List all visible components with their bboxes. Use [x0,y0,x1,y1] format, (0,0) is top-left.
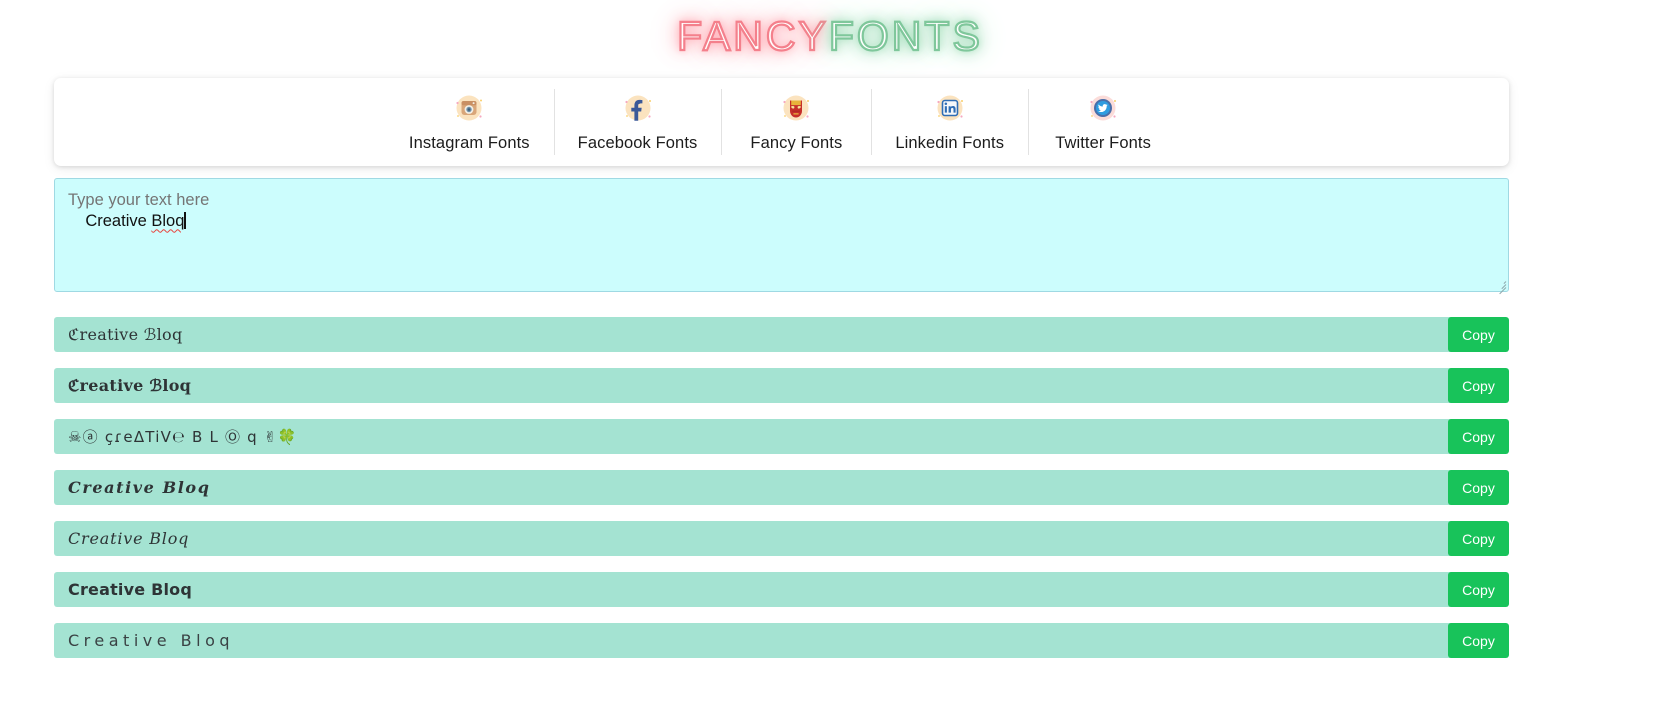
font-preview-text[interactable]: Creative Bloq [54,572,1448,607]
nav-item-label: Linkedin Fonts [895,134,1005,152]
table-row: ℭreative ℬloq Copy [54,368,1509,403]
logo-text-fonts: FONTS [828,12,983,59]
nav-item-twitter-fonts[interactable]: Twitter Fonts [1028,87,1178,157]
table-row: ☠ⓐ çɾеΔTiV℮ B L Ⓞ q ✌🍀 Copy [54,419,1509,454]
nav-item-fancy-fonts[interactable]: Fancy Fonts [721,87,871,157]
facebook-icon [621,91,655,125]
table-row: ℭreative ℬloq Copy [54,317,1509,352]
copy-button[interactable]: Copy [1448,317,1509,352]
font-preview-text[interactable]: Creative Bloq [54,470,1448,505]
nav-item-instagram-fonts[interactable]: Instagram Fonts [385,87,554,157]
copy-button[interactable]: Copy [1448,419,1509,454]
font-preview-text[interactable]: ℭreative ℬloq [54,317,1448,352]
table-row: Creative Bloq Copy [54,470,1509,505]
instagram-icon [452,91,486,125]
font-preview-text[interactable]: Creative Bloq [54,623,1448,658]
text-input-area: Creative Bloq [54,178,1509,295]
table-row: Creative Bloq Copy [54,521,1509,556]
nav-item-label: Instagram Fonts [408,134,530,152]
twitter-bird-icon [1086,91,1120,125]
table-row: Creative Bloq Copy [54,572,1509,607]
logo-text: FANCY FONTS [676,12,983,59]
nav-item-label: Fancy Fonts [750,134,843,152]
ironman-mask-icon [779,91,813,125]
font-preview-text[interactable]: ℭreative ℬloq [54,368,1448,403]
linkedin-icon [933,91,967,125]
site-logo: FANCY FONTS [0,0,1660,68]
copy-button[interactable]: Copy [1448,623,1509,658]
font-preview-text[interactable]: ☠ⓐ çɾеΔTiV℮ B L Ⓞ q ✌🍀 [54,419,1448,454]
copy-button[interactable]: Copy [1448,368,1509,403]
nav-item-list: Instagram Fonts Facebook Fonts Fancy Fon… [385,87,1178,157]
logo-text-fancy: FANCY [676,12,829,59]
nav-item-facebook-fonts[interactable]: Facebook Fonts [553,87,722,157]
font-preview-text[interactable]: Creative Bloq [54,521,1448,556]
nav-card: Instagram Fonts Facebook Fonts Fancy Fon… [54,78,1509,166]
nav-item-label: Twitter Fonts [1055,134,1151,152]
nav-item-linkedin-fonts[interactable]: Linkedin Fonts [871,87,1028,157]
copy-button[interactable]: Copy [1448,470,1509,505]
copy-button[interactable]: Copy [1448,521,1509,556]
copy-button[interactable]: Copy [1448,572,1509,607]
nav-item-label: Facebook Fonts [577,134,698,152]
table-row: Creative Bloq Copy [54,623,1509,658]
font-results-list: ℭreative ℬloq Copy ℭreative ℬloq Copy ☠ⓐ… [54,317,1509,674]
fancy-text-input[interactable] [54,178,1509,292]
